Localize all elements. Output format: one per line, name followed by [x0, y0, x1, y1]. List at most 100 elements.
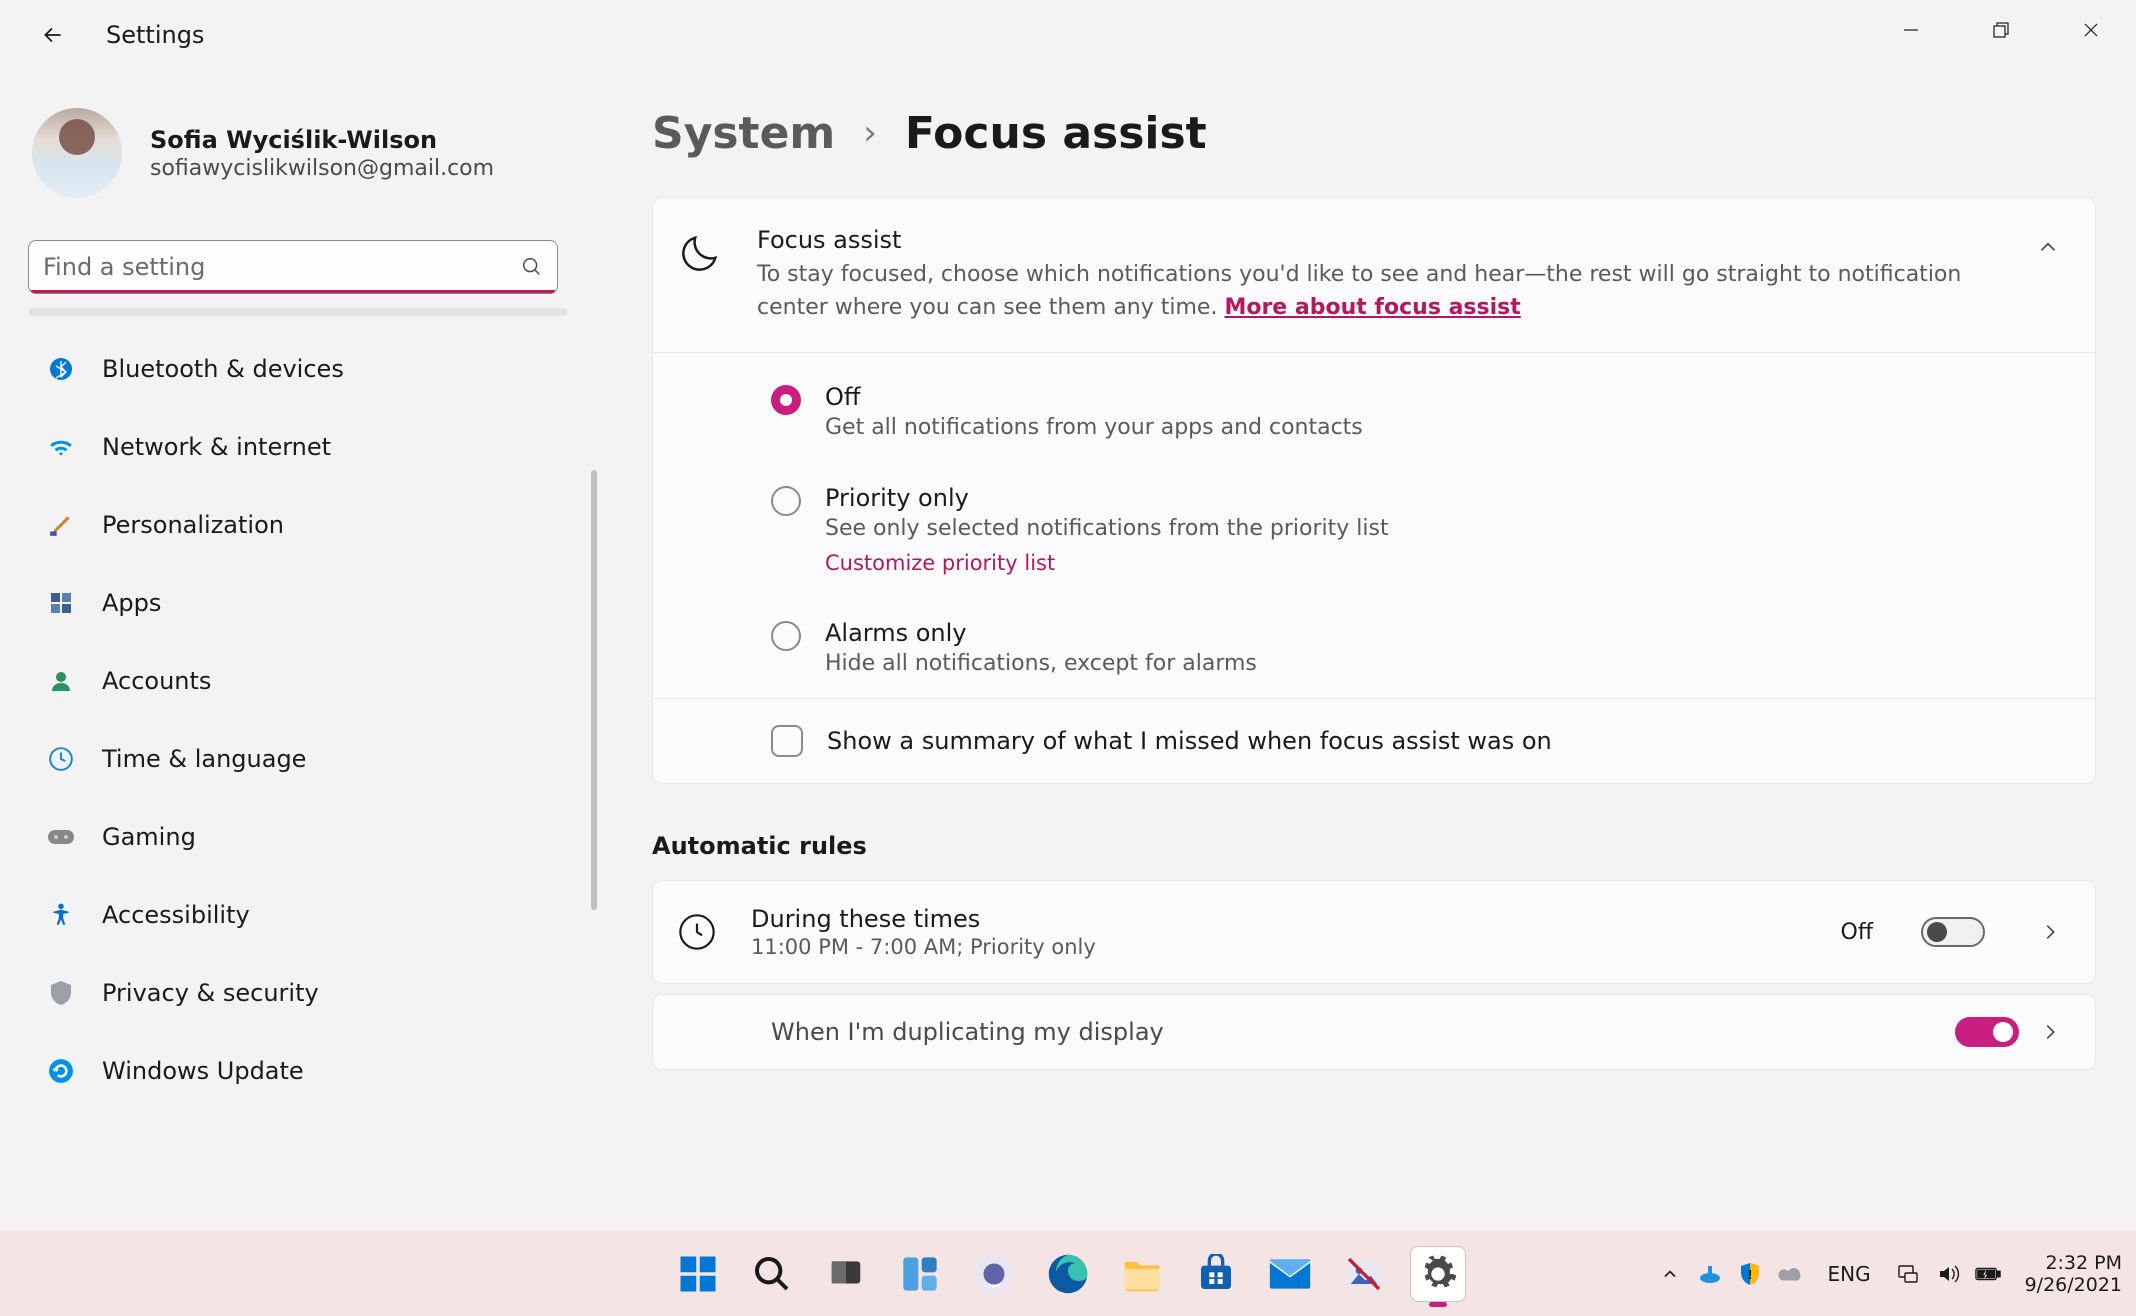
chevron-right-icon: ›: [863, 113, 877, 153]
clock-time: 2:32 PM: [2025, 1252, 2122, 1274]
sidebar-item-label: Accessibility: [102, 901, 250, 929]
radio-option-off[interactable]: Off Get all notifications from your apps…: [653, 353, 2095, 462]
radio-alarms-only[interactable]: [771, 621, 801, 651]
sidebar-item-label: Privacy & security: [102, 979, 319, 1007]
sidebar-item-apps[interactable]: Apps: [28, 574, 572, 632]
settings-window: Settings Sofia Wyciślik-Wilson sofiawyci…: [0, 0, 2136, 1231]
maximize-button[interactable]: [1956, 0, 2046, 60]
rule-toggle[interactable]: [1921, 917, 1985, 947]
window-controls: [1866, 0, 2136, 60]
focus-assist-header[interactable]: Focus assist To stay focused, choose whi…: [653, 198, 2095, 352]
teams-icon[interactable]: [966, 1246, 1022, 1302]
focus-assist-card: Focus assist To stay focused, choose whi…: [652, 197, 2096, 784]
sidebar-item-label: Personalization: [102, 511, 284, 539]
sidebar-item-privacy[interactable]: Privacy & security: [28, 964, 572, 1022]
sidebar-item-gaming[interactable]: Gaming: [28, 808, 572, 866]
tray-onedrive-icon[interactable]: [1777, 1261, 1803, 1287]
bluetooth-icon: [46, 354, 76, 384]
sidebar-item-network[interactable]: Network & internet: [28, 418, 572, 476]
radio-desc: See only selected notifications from the…: [825, 516, 1389, 541]
sidebar-item-windows-update[interactable]: Windows Update: [28, 1042, 572, 1100]
edge-icon[interactable]: [1040, 1246, 1096, 1302]
radio-option-alarms[interactable]: Alarms only Hide all notifications, exce…: [653, 597, 2095, 698]
taskbar-center: [670, 1246, 1466, 1302]
rule-desc: 11:00 PM - 7:00 AM; Priority only: [751, 935, 1807, 959]
sidebar-item-label: Network & internet: [102, 433, 331, 461]
shield-icon: [46, 978, 76, 1008]
language-indicator[interactable]: ENG: [1827, 1262, 1870, 1286]
profile-block[interactable]: Sofia Wyciślik-Wilson sofiawycislikwilso…: [32, 108, 568, 198]
battery-tray-icon[interactable]: [1975, 1261, 2001, 1287]
search-icon: [521, 256, 543, 278]
person-icon: [46, 666, 76, 696]
store-icon[interactable]: [1188, 1246, 1244, 1302]
clock-date: 9/26/2021: [2025, 1274, 2122, 1296]
sidebar-item-bluetooth[interactable]: Bluetooth & devices: [28, 340, 572, 398]
clock-icon: [677, 912, 717, 952]
breadcrumb-parent[interactable]: System: [652, 108, 835, 159]
photos-icon[interactable]: [1336, 1246, 1392, 1302]
rule-title: During these times: [751, 905, 1807, 933]
search-box[interactable]: [28, 240, 558, 294]
svg-text:!: !: [1748, 1268, 1753, 1282]
tray-app1-icon[interactable]: [1697, 1261, 1723, 1287]
sidebar-item-time-language[interactable]: Time & language: [28, 730, 572, 788]
tray-chevron-icon[interactable]: [1657, 1261, 1683, 1287]
system-tray: ! ENG 2:32 PM 9/26/2021: [1657, 1252, 2122, 1296]
rule-toggle[interactable]: [1955, 1017, 2019, 1047]
rule-during-times[interactable]: During these times 11:00 PM - 7:00 AM; P…: [652, 880, 2096, 984]
sidebar-item-label: Time & language: [102, 745, 306, 773]
radio-title: Alarms only: [825, 619, 1257, 647]
radio-title: Off: [825, 383, 1363, 411]
radio-option-priority[interactable]: Priority only See only selected notifica…: [653, 462, 2095, 597]
update-icon: [46, 1056, 76, 1086]
more-about-focus-assist-link[interactable]: More about focus assist: [1224, 295, 1520, 320]
radio-desc: Get all notifications from your apps and…: [825, 415, 1363, 440]
rule-duplicating-display[interactable]: When I'm duplicating my display: [652, 994, 2096, 1070]
volume-tray-icon[interactable]: [1935, 1261, 1961, 1287]
profile-name: Sofia Wyciślik-Wilson: [150, 126, 494, 154]
search-task-icon[interactable]: [744, 1246, 800, 1302]
taskbar[interactable]: ! ENG 2:32 PM 9/26/2021: [0, 1231, 2136, 1316]
sidebar-item-accessibility[interactable]: Accessibility: [28, 886, 572, 944]
chevron-up-icon[interactable]: [2035, 234, 2061, 260]
toggle-state-label: Off: [1841, 920, 1873, 945]
back-button[interactable]: [36, 18, 70, 52]
mail-icon[interactable]: [1262, 1246, 1318, 1302]
page-title: Focus assist: [905, 108, 1207, 159]
radio-title: Priority only: [825, 484, 1389, 512]
search-input[interactable]: [43, 253, 521, 281]
sidebar-item-accounts[interactable]: Accounts: [28, 652, 572, 710]
chevron-right-icon[interactable]: [2039, 921, 2061, 943]
close-button[interactable]: [2046, 0, 2136, 60]
task-view-icon[interactable]: [818, 1246, 874, 1302]
sidebar-scrollbar[interactable]: [591, 470, 597, 910]
settings-task-icon[interactable]: [1410, 1246, 1466, 1302]
customize-priority-list-link[interactable]: Customize priority list: [825, 551, 1055, 575]
network-tray-icon[interactable]: [1895, 1261, 1921, 1287]
radio-priority-only[interactable]: [771, 486, 801, 516]
chevron-right-icon[interactable]: [2039, 1021, 2061, 1043]
radio-desc: Hide all notifications, except for alarm…: [825, 651, 1257, 676]
sidebar-item-label: Accounts: [102, 667, 211, 695]
minimize-button[interactable]: [1866, 0, 1956, 60]
sidebar-item-label: Gaming: [102, 823, 196, 851]
widgets-icon[interactable]: [892, 1246, 948, 1302]
radio-off[interactable]: [771, 385, 801, 415]
start-button[interactable]: [670, 1246, 726, 1302]
gamepad-icon: [46, 822, 76, 852]
explorer-icon[interactable]: [1114, 1246, 1170, 1302]
sidebar-item-personalization[interactable]: Personalization: [28, 496, 572, 554]
tray-security-icon[interactable]: !: [1737, 1261, 1763, 1287]
moon-icon: [677, 230, 723, 276]
summary-checkbox-label: Show a summary of what I missed when foc…: [827, 727, 1552, 755]
summary-checkbox-row[interactable]: Show a summary of what I missed when foc…: [653, 699, 2095, 783]
sidebar-item-label: Bluetooth & devices: [102, 355, 344, 383]
brush-icon: [46, 510, 76, 540]
accessibility-icon: [46, 900, 76, 930]
clock[interactable]: 2:32 PM 9/26/2021: [2025, 1252, 2122, 1296]
profile-email: sofiawycislikwilson@gmail.com: [150, 156, 494, 181]
app-title: Settings: [106, 21, 204, 49]
summary-checkbox[interactable]: [771, 725, 803, 757]
sidebar-item-label: Windows Update: [102, 1057, 304, 1085]
